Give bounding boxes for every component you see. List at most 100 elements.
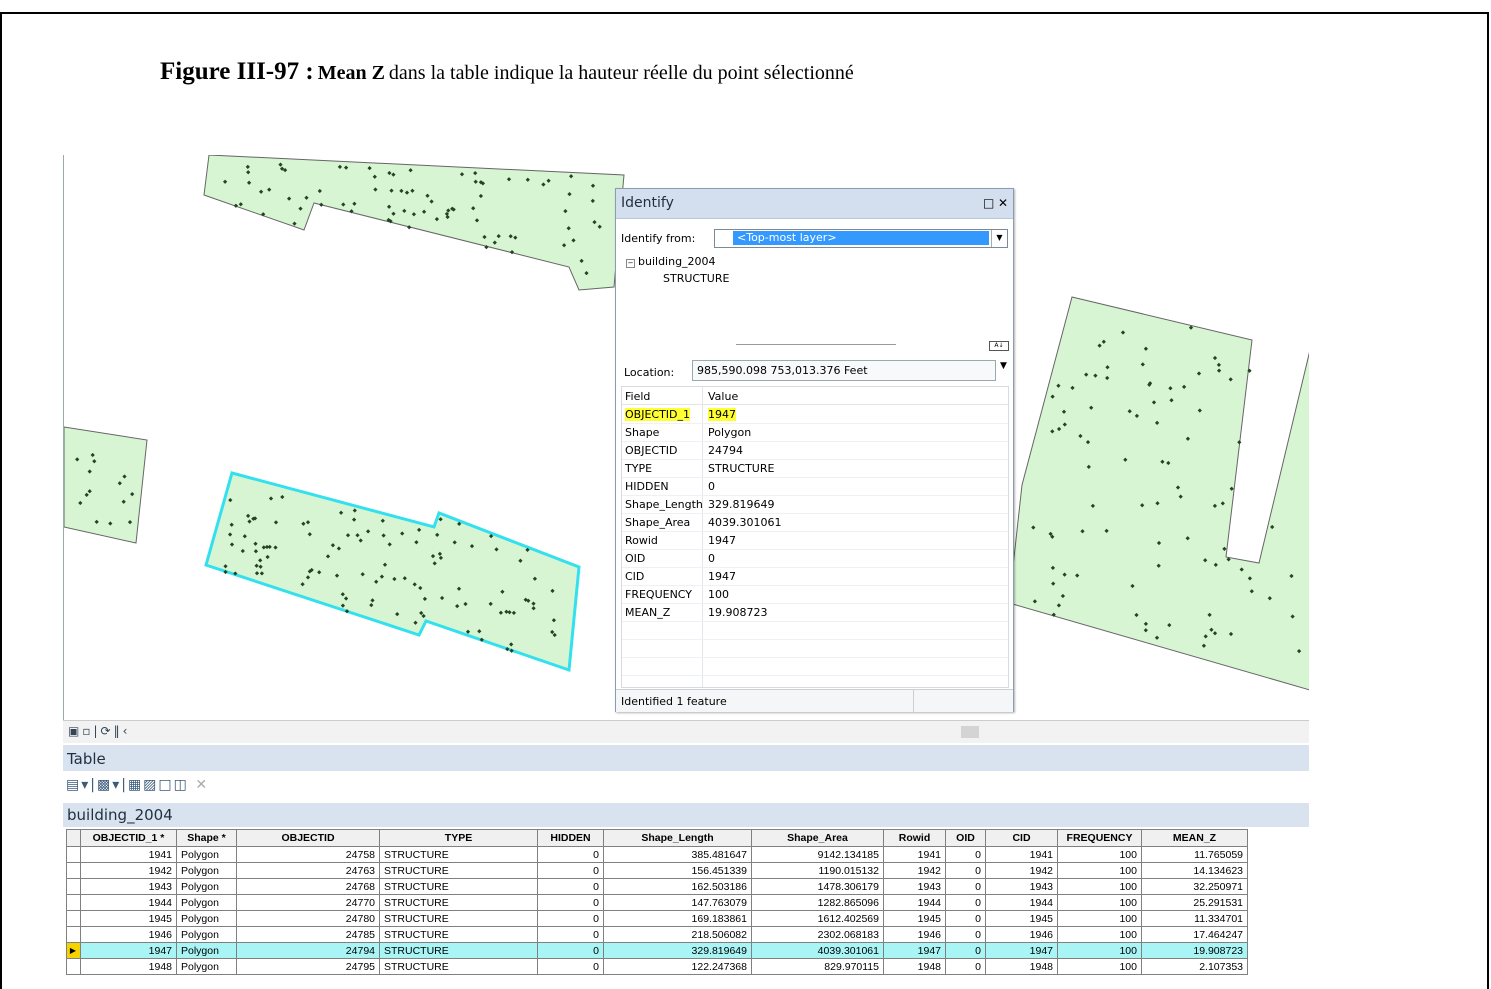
chevron-down-icon[interactable]: ▼ [991,230,1007,247]
column-header[interactable]: Shape * [176,829,237,847]
tree-node-layer[interactable]: − building_2004 [626,255,716,268]
grid-row[interactable]: CID 1947 [622,567,1008,586]
table-cell[interactable]: 2.107353 [1141,958,1248,975]
grid-row[interactable]: OBJECTID_1 1947 [622,405,1008,424]
table-cell[interactable]: 24758 [236,846,380,863]
table-cell[interactable]: 162.503186 [603,878,752,895]
table-cell[interactable]: 24770 [236,894,380,911]
table-cell[interactable]: 0 [537,862,604,879]
table-cell[interactable]: 156.451339 [603,862,752,879]
grid-row[interactable]: OID 0 [622,549,1008,568]
grid-row[interactable]: FREQUENCY 100 [622,585,1008,604]
table-row[interactable]: 1941 Polygon 24758 STRUCTURE 0 385.481647 9142… [66,846,1248,863]
view-toggle-icons[interactable]: ▣▫|⟳‖‹ [68,724,130,738]
row-selector[interactable] [66,926,81,943]
table-cell[interactable]: Polygon [176,846,237,863]
table-cell[interactable]: 385.481647 [603,846,752,863]
table-cell[interactable]: Polygon [176,894,237,911]
table-cell[interactable]: 1946 [883,926,946,943]
table-cell[interactable]: 100 [1057,942,1142,959]
column-header[interactable]: Shape_Area [751,829,884,847]
table-cell[interactable]: 1282.865096 [751,894,884,911]
column-header[interactable]: Rowid [883,829,946,847]
table-cell[interactable]: 0 [537,926,604,943]
table-cell[interactable]: 1946 [80,926,177,943]
table-cell[interactable]: STRUCTURE [379,910,538,927]
table-cell[interactable]: 1478.306179 [751,878,884,895]
table-cell[interactable]: 24794 [236,942,380,959]
table-cell[interactable]: 0 [537,958,604,975]
table-cell[interactable]: 1942 [985,862,1058,879]
table-cell[interactable]: 1944 [80,894,177,911]
table-cell[interactable]: 0 [945,894,986,911]
table-cell[interactable]: 1941 [80,846,177,863]
attribute-grid[interactable]: Field Value OBJECTID_1 1947 Shape Polygon OB… [621,386,1009,694]
table-cell[interactable]: 32.250971 [1141,878,1248,895]
table-cell[interactable]: 2302.068183 [751,926,884,943]
table-cell[interactable]: 1944 [985,894,1058,911]
table-cell[interactable]: 17.464247 [1141,926,1248,943]
table-cell[interactable]: 0 [945,862,986,879]
table-cell[interactable]: 100 [1057,846,1142,863]
tree-node-feature[interactable]: STRUCTURE [663,272,729,285]
table-cell[interactable]: 1942 [80,862,177,879]
table-cell[interactable]: 1948 [883,958,946,975]
layer-tab[interactable]: building_2004 [63,803,1309,827]
table-cell[interactable]: 0 [537,910,604,927]
row-selector[interactable]: ▶ [66,942,81,959]
row-selector[interactable] [66,846,81,863]
table-cell[interactable]: 1948 [985,958,1058,975]
table-cell[interactable]: 14.134623 [1141,862,1248,879]
table-cell[interactable]: 1943 [985,878,1058,895]
grid-row[interactable]: Shape_Length 329.819649 [622,495,1008,514]
table-cell[interactable]: 100 [1057,894,1142,911]
panel-splitter[interactable]: A↓ [616,340,1013,351]
table-cell[interactable]: Polygon [176,862,237,879]
grid-row[interactable]: TYPE STRUCTURE [622,459,1008,478]
table-cell[interactable]: 122.247368 [603,958,752,975]
table-cell[interactable]: Polygon [176,926,237,943]
table-cell[interactable]: STRUCTURE [379,862,538,879]
grid-row[interactable]: Shape_Area 4039.301061 [622,513,1008,532]
table-cell[interactable]: 24795 [236,958,380,975]
table-cell[interactable]: 24780 [236,910,380,927]
table-cell[interactable]: 1943 [80,878,177,895]
column-header[interactable]: OBJECTID_1 * [80,829,177,847]
map-view[interactable]: Identify □ ✕ Identify from: <Top-most la… [63,155,1309,720]
location-field[interactable]: 985,590.098 753,013.376 Feet [692,360,996,381]
table-cell[interactable]: 0 [945,942,986,959]
table-cell[interactable]: 100 [1057,926,1142,943]
table-cell[interactable]: STRUCTURE [379,878,538,895]
table-cell[interactable]: 0 [945,878,986,895]
table-cell[interactable]: 1947 [883,942,946,959]
maximize-icon[interactable]: □ [983,196,994,210]
table-row[interactable]: 1942 Polygon 24763 STRUCTURE 0 156.451339 1190… [66,862,1248,879]
table-cell[interactable]: 329.819649 [603,942,752,959]
table-cell[interactable]: 0 [537,878,604,895]
table-cell[interactable]: 100 [1057,878,1142,895]
table-cell[interactable]: STRUCTURE [379,894,538,911]
table-cell[interactable]: 0 [945,846,986,863]
table-row[interactable]: 1948 Polygon 24795 STRUCTURE 0 122.247368 829.… [66,958,1248,975]
table-cell[interactable]: 1945 [80,910,177,927]
row-selector-header[interactable] [66,829,81,847]
table-cell[interactable]: 0 [537,846,604,863]
table-cell[interactable]: 1947 [80,942,177,959]
row-selector[interactable] [66,878,81,895]
table-cell[interactable]: 0 [537,942,604,959]
table-cell[interactable]: 0 [537,894,604,911]
table-cell[interactable]: 100 [1057,958,1142,975]
column-header[interactable]: CID [985,829,1058,847]
attribute-table[interactable]: OBJECTID_1 * Shape * OBJECTID TYPE HIDDEN Sha… [66,829,1248,975]
table-cell[interactable]: 19.908723 [1141,942,1248,959]
column-header[interactable]: OBJECTID [236,829,380,847]
table-cell[interactable]: 24785 [236,926,380,943]
table-cell[interactable]: STRUCTURE [379,926,538,943]
table-cell[interactable]: 1948 [80,958,177,975]
table-options-icons[interactable]: ▤▾|▩▾|▦▨□◫ ✕ [66,777,209,793]
table-cell[interactable]: 11.765059 [1141,846,1248,863]
table-cell[interactable]: STRUCTURE [379,846,538,863]
table-cell[interactable]: 100 [1057,910,1142,927]
table-cell[interactable]: Polygon [176,878,237,895]
column-header[interactable]: TYPE [379,829,538,847]
